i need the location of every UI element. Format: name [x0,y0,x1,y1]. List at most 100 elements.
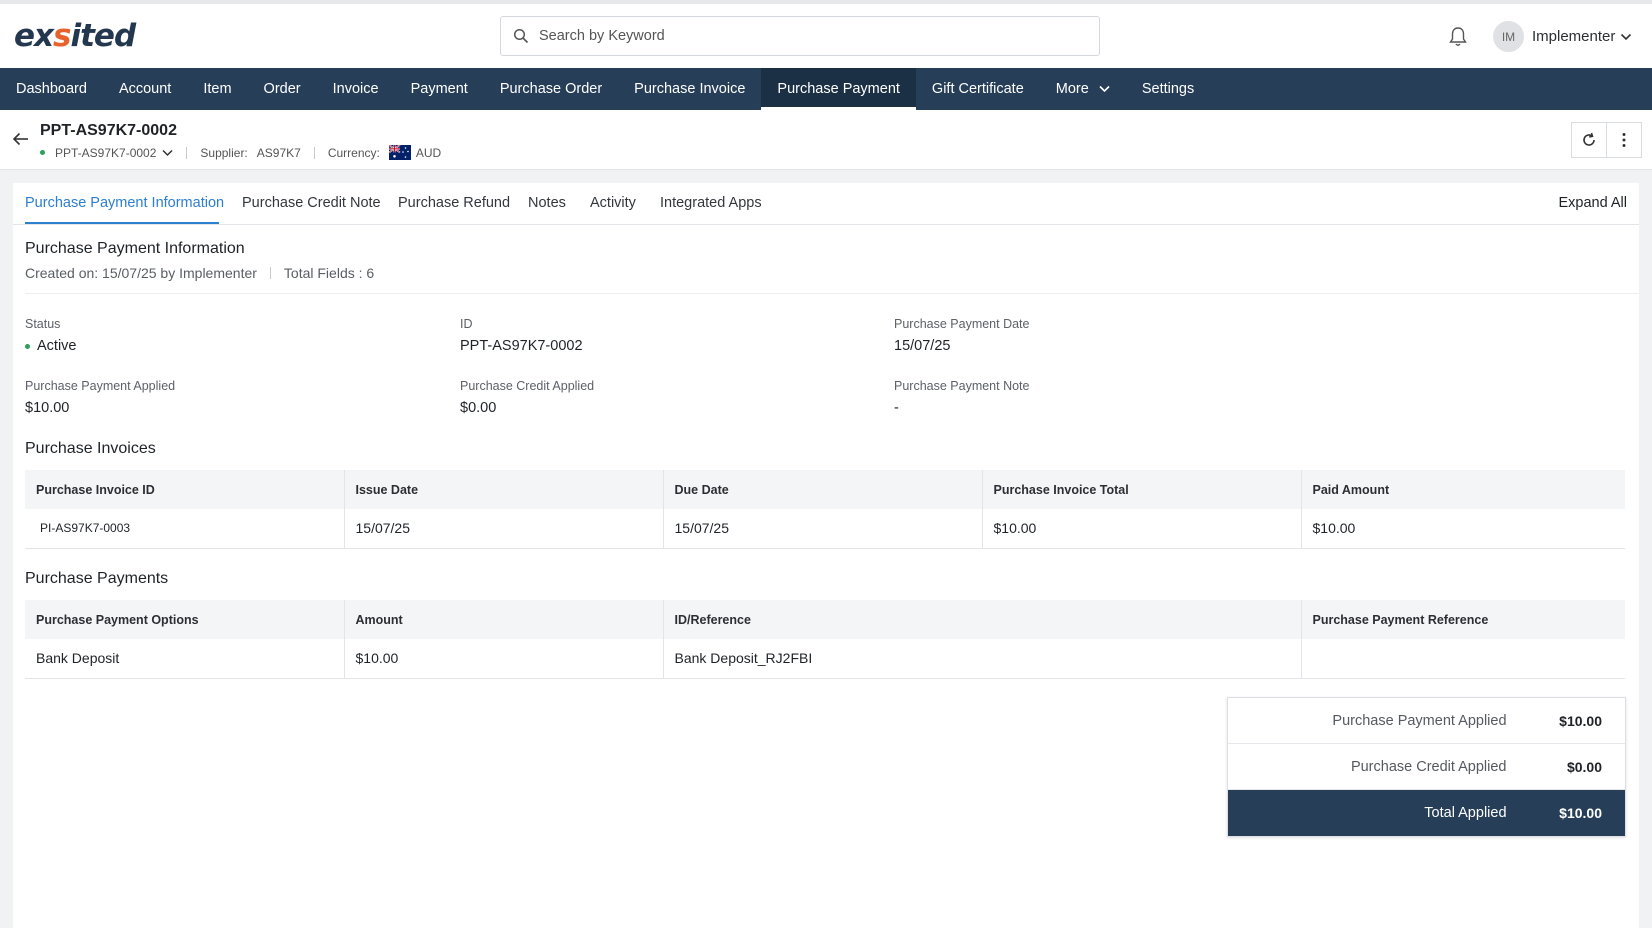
nav-purchase-invoice[interactable]: Purchase Invoice [618,68,761,110]
search-input[interactable] [539,28,1079,44]
field-credit-applied: Purchase Credit Applied $0.00 [460,379,594,416]
column-header[interactable]: Purchase Payment Options [25,600,345,639]
currency-value: AUD [415,145,442,160]
table-row[interactable]: PI-AS97K7-0003 15/07/25 15/07/25 $10.00 … [25,509,1625,549]
divider [186,146,188,159]
app-logo[interactable]: exsited [14,18,136,54]
table-row[interactable]: Bank Deposit $10.00 Bank Deposit_RJ2FBI [25,639,1625,679]
section-title-invoices: Purchase Invoices [25,440,156,457]
chevron-down-icon [162,149,173,156]
table-cell: Bank Deposit_RJ2FBI [663,639,1302,679]
status-value: Active [25,338,77,354]
totals-summary: Purchase Payment Applied $10.00 Purchase… [1227,697,1626,837]
nav-more-label: More [1055,81,1089,97]
column-header[interactable]: Purchase Invoice Total [982,470,1302,509]
top-header: exsited IM Implementer [0,0,1652,68]
nav-gift-certificate[interactable]: Gift Certificate [916,68,1040,110]
invoice-id-cell[interactable]: PI-AS97K7-0003 [25,509,345,549]
field-payment-note: Purchase Payment Note - [894,379,1030,416]
summary-value: $10.00 [1559,712,1602,729]
field-status: Status Active [25,317,77,354]
record-selector[interactable]: PPT-AS97K7-0002 [55,146,173,160]
field-payment-applied: Purchase Payment Applied $10.00 [25,379,175,416]
main-nav: Dashboard Account Item Order Invoice Pay… [0,68,1652,110]
field-value: 15/07/25 [894,338,951,354]
summary-label: Purchase Payment Applied [1332,712,1507,729]
nav-purchase-order[interactable]: Purchase Order [484,68,618,110]
refresh-button[interactable] [1571,122,1607,158]
column-header[interactable]: Issue Date [344,470,664,509]
summary-total-row: Total Applied $10.00 [1228,790,1625,836]
tab-notes[interactable]: Notes [528,195,566,211]
divider [269,267,271,279]
field-label: Status [25,317,61,331]
table-cell: 15/07/25 [344,509,664,549]
global-search[interactable] [500,16,1100,56]
total-fields-text: Total Fields : 6 [283,265,375,281]
summary-row: Purchase Credit Applied $0.00 [1228,744,1625,790]
field-label: Purchase Payment Date [894,317,1030,331]
nav-item[interactable]: Item [187,68,247,110]
currency-label: Currency: [327,145,380,160]
tab-purchase-payment-information[interactable]: Purchase Payment Information [25,195,224,211]
column-header[interactable]: Paid Amount [1301,470,1625,509]
tab-purchase-refund[interactable]: Purchase Refund [398,195,510,211]
created-on-text: Created on: 15/07/25 by Implementer [25,265,257,281]
tab-activity[interactable]: Activity [590,195,636,211]
nav-dashboard[interactable]: Dashboard [0,68,103,110]
tab-integrated-apps[interactable]: Integrated Apps [660,195,762,211]
table-cell: Bank Deposit [25,639,345,679]
column-header[interactable]: ID/Reference [663,600,1302,639]
column-header[interactable]: Due Date [663,470,983,509]
nav-account[interactable]: Account [103,68,187,110]
table-cell [1301,639,1625,679]
invoices-table: Purchase Invoice ID Issue Date Due Date … [25,470,1625,549]
field-id: ID PPT-AS97K7-0002 [460,317,583,354]
search-icon [513,28,529,44]
active-tab-indicator [25,222,219,224]
column-header[interactable]: Purchase Invoice ID [25,470,345,509]
section-title-info: Purchase Payment Information [25,240,245,257]
supplier-value: AS97K7 [256,145,301,160]
status-dot [25,343,30,349]
column-header[interactable]: Purchase Payment Reference [1301,600,1625,639]
field-payment-date: Purchase Payment Date 15/07/25 [894,317,1030,354]
table-cell: 15/07/25 [663,509,983,549]
nav-order[interactable]: Order [248,68,317,110]
field-label: ID [460,317,473,331]
more-actions-button[interactable] [1606,122,1642,158]
field-value: PPT-AS97K7-0002 [460,338,583,354]
nav-purchase-payment[interactable]: Purchase Payment [761,68,916,110]
field-value: $10.00 [25,400,70,416]
field-value: $0.00 [460,400,497,416]
column-header[interactable]: Amount [344,600,664,639]
chevron-down-icon[interactable] [1620,32,1632,42]
section-meta: Created on: 15/07/25 by Implementer Tota… [25,265,374,281]
divider-line [25,293,1639,294]
nav-settings[interactable]: Settings [1126,68,1210,110]
record-tabs: Purchase Payment Information Purchase Cr… [13,183,1639,225]
avatar[interactable]: IM [1493,21,1524,52]
nav-payment[interactable]: Payment [395,68,484,110]
user-menu-name[interactable]: Implementer [1532,28,1615,45]
summary-label: Purchase Credit Applied [1350,758,1507,775]
bell-icon[interactable] [1448,26,1468,48]
table-cell: $10.00 [1301,509,1625,549]
field-label: Purchase Payment Note [894,379,1030,393]
nav-more[interactable]: More [1040,68,1126,110]
record-selector-value: PPT-AS97K7-0002 [55,145,157,160]
tab-purchase-credit-note[interactable]: Purchase Credit Note [242,195,381,211]
page-title: PPT-AS97K7-0002 [40,122,177,139]
table-header-row: Purchase Payment Options Amount ID/Refer… [25,600,1625,639]
field-value: - [894,400,899,416]
expand-all-button[interactable]: Expand All [1558,195,1627,211]
back-arrow-icon[interactable] [12,132,29,146]
section-title-payments: Purchase Payments [25,570,169,587]
nav-invoice[interactable]: Invoice [317,68,395,110]
australia-flag-icon [388,145,411,160]
divider [313,146,315,159]
summary-total-label: Total Applied [1424,805,1507,821]
refresh-icon [1583,132,1595,146]
record-meta: PPT-AS97K7-0002 Supplier: AS97K7 Currenc… [40,145,441,160]
field-label: Purchase Credit Applied [460,379,595,393]
